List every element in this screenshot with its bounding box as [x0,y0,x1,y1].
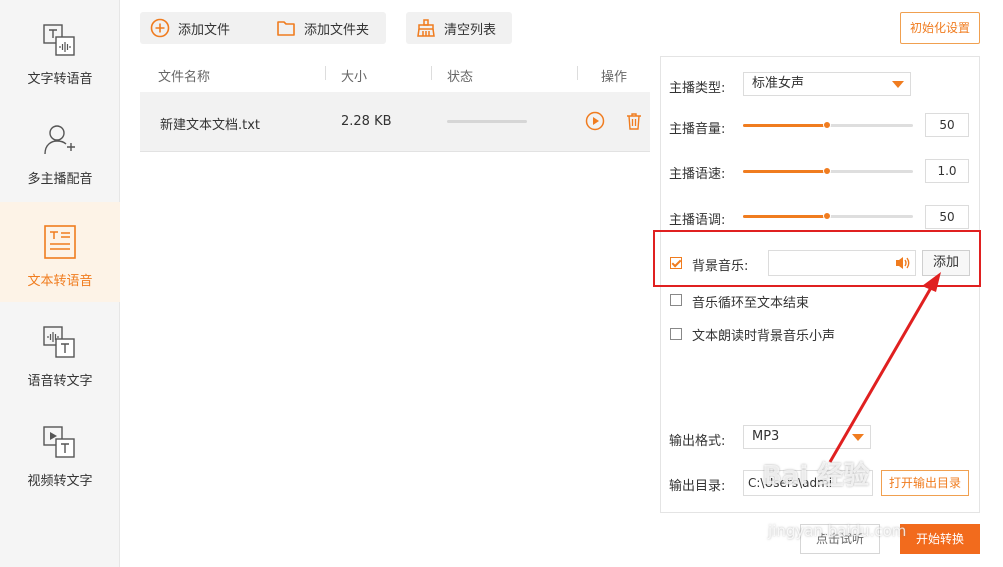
sidebar-item-multi-anchor[interactable]: 多主播配音 [0,100,120,200]
output-format-label: 输出格式: [669,434,726,449]
sidebar-item-label: 语音转文字 [27,374,93,389]
speech-to-text-icon [40,324,80,360]
broom-icon [417,19,435,37]
sidebar-item-text-to-speech[interactable]: 文字转语音 [0,0,120,100]
sidebar-item-label: 文本转语音 [27,274,93,289]
file-size: 2.28 KB [341,114,392,129]
text-to-speech-icon [40,22,80,58]
add-folder-button[interactable]: 添加文件夹 [266,12,386,44]
clear-list-button[interactable]: 清空列表 [406,12,512,44]
anchor-type-select[interactable]: 标准女声 [743,72,911,96]
column-header-name: 文件名称 [158,70,211,85]
add-file-button[interactable]: 添加文件 [140,12,274,44]
sidebar-item-label: 文字转语音 [27,72,93,87]
column-divider [431,66,432,80]
column-divider [577,66,578,80]
anchor-type-label: 主播类型: [669,81,726,96]
app-window: 文字转语音 多主播配音 文本转语音 语音转文字 视频转文字 添加文件 添加文件夹… [0,0,1003,567]
speed-label: 主播语速: [669,167,726,182]
arrow-annotation [828,272,941,463]
quiet-music-label: 文本朗读时背景音乐小声 [692,329,836,344]
file-table-header: 文件名称 大小 状态 操作 [140,58,650,90]
sidebar-item-video-to-text[interactable]: 视频转文字 [0,402,120,502]
column-header-size: 大小 [341,70,368,85]
column-divider [325,66,326,80]
table-row[interactable]: 新建文本文档.txt 2.28 KB [140,92,650,152]
watermark-url: jingyan.baidu.com [768,522,907,540]
speed-slider-fill [743,170,827,173]
column-header-status: 状态 [447,70,474,85]
volume-slider-handle[interactable] [823,121,831,129]
video-to-text-icon [40,424,80,460]
conversion-progress-bar [447,120,527,123]
speed-slider[interactable] [743,167,913,175]
chevron-down-icon [892,81,904,88]
loop-music-checkbox[interactable] [670,294,682,306]
quiet-music-checkbox[interactable] [670,328,682,340]
sidebar-item-speech-to-text[interactable]: 语音转文字 [0,302,120,402]
volume-input[interactable]: 50 [925,113,969,137]
pitch-slider-handle[interactable] [823,212,831,220]
volume-slider-fill [743,124,827,127]
sidebar-item-document-to-speech[interactable]: 文本转语音 [0,202,120,302]
trash-icon[interactable] [624,111,644,135]
document-to-speech-icon [40,224,80,260]
folder-icon [277,21,295,36]
volume-slider[interactable] [743,121,913,129]
column-header-actions: 操作 [601,70,628,85]
output-format-value: MP3 [752,429,780,444]
init-settings-button[interactable]: 初始化设置 [900,12,980,44]
speed-slider-handle[interactable] [823,167,831,175]
add-file-label: 添加文件 [178,22,231,38]
start-convert-button[interactable]: 开始转换 [900,524,980,554]
pitch-input[interactable]: 50 [925,205,969,229]
sidebar-item-label: 视频转文字 [27,474,93,489]
anchor-type-value: 标准女声 [752,76,805,91]
sidebar: 文字转语音 多主播配音 文本转语音 语音转文字 视频转文字 [0,0,120,567]
sidebar-item-label: 多主播配音 [27,172,93,187]
add-folder-label: 添加文件夹 [304,22,370,38]
open-output-dir-button[interactable]: 打开输出目录 [881,470,969,496]
watermark-logo: Bai 经验 [762,461,870,491]
file-name: 新建文本文档.txt [160,118,261,133]
multi-anchor-icon [40,122,80,158]
output-dir-label: 输出目录: [669,479,726,494]
pitch-label: 主播语调: [669,213,726,228]
speed-input[interactable]: 1.0 [925,159,969,183]
add-circle-icon [150,18,170,38]
play-icon[interactable] [585,111,605,135]
loop-music-label: 音乐循环至文本结束 [692,296,810,311]
pitch-slider[interactable] [743,212,913,220]
pitch-slider-fill [743,215,827,218]
clear-list-label: 清空列表 [444,22,497,38]
volume-label: 主播音量: [669,122,726,137]
